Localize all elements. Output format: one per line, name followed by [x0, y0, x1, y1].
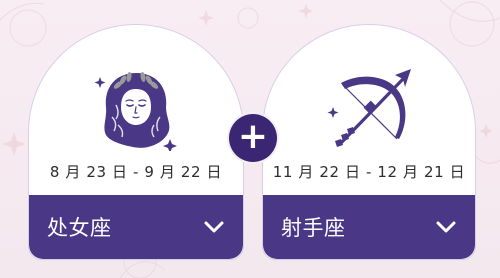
date-range: 8 月 23 日 - 9 月 22 日: [49, 163, 223, 181]
chevron-down-icon: [435, 216, 457, 238]
virgo-icon: [94, 72, 177, 151]
sagittarius-icon: [327, 69, 411, 147]
plus-icon: +: [237, 116, 269, 157]
sign-label: 处女座: [47, 216, 112, 240]
zodiac-card-virgo: 8 月 23 日 - 9 月 22 日 处女座: [28, 24, 244, 260]
date-range: 11 月 22 日 - 12 月 21 日: [272, 163, 466, 181]
sign-label: 射手座: [281, 216, 346, 240]
zodiac-select-sagittarius[interactable]: 射手座: [263, 195, 475, 259]
zodiac-select-virgo[interactable]: 处女座: [29, 195, 243, 259]
chevron-down-icon: [203, 216, 225, 238]
zodiac-card-sagittarius: 11 月 22 日 - 12 月 21 日 射手座: [262, 24, 476, 260]
plus-button[interactable]: +: [229, 114, 277, 162]
